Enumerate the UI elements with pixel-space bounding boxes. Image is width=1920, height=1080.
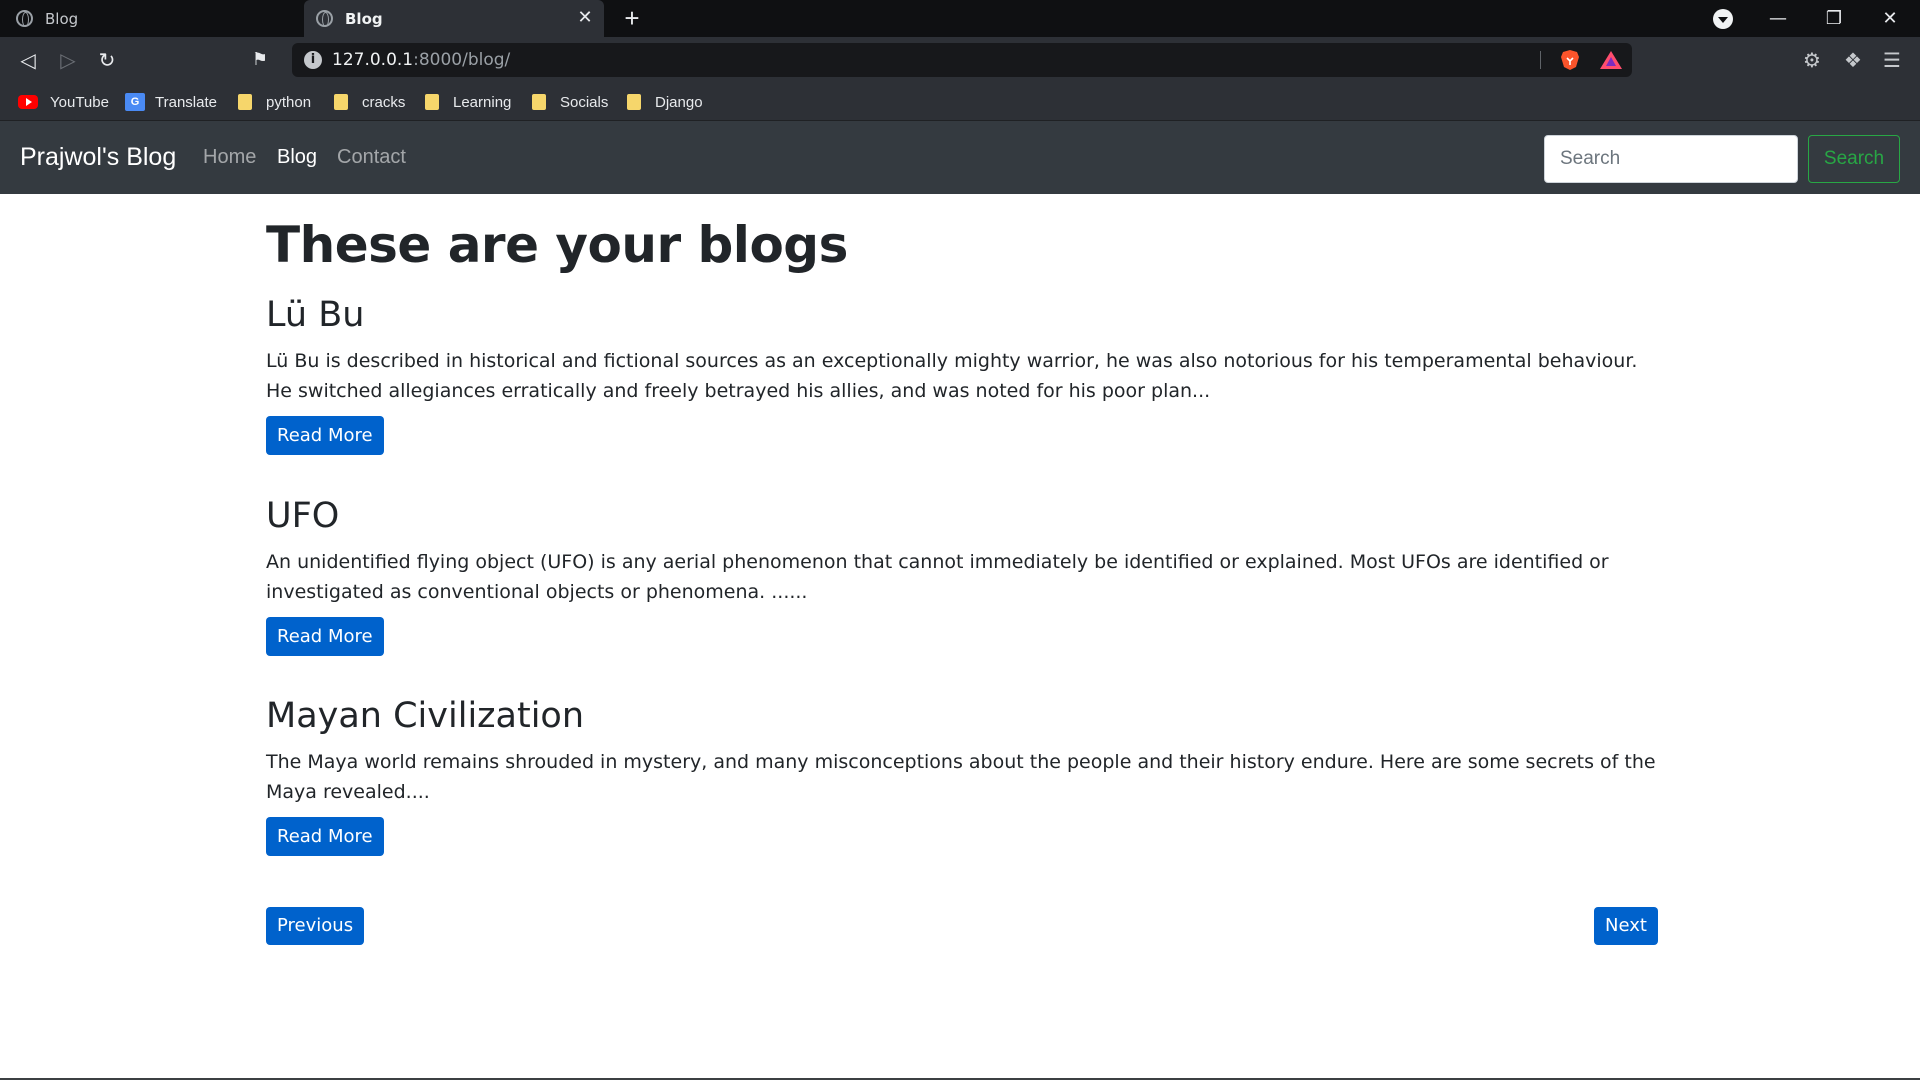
nav-link-contact[interactable]: Contact [337, 121, 406, 194]
bookmark-youtube[interactable]: YouTube [18, 83, 109, 121]
previous-button[interactable]: Previous [266, 907, 365, 945]
nav-link-home[interactable]: Home [203, 121, 256, 194]
search-input[interactable] [1544, 135, 1798, 183]
blog-post: UFO An unidentified flying object (UFO) … [266, 495, 1656, 656]
address-bar[interactable]: i 127.0.0.1:8000/blog/ [292, 43, 1632, 77]
restore-icon[interactable]: ❐ [1806, 0, 1862, 37]
post-excerpt: An unidentified flying object (UFO) is a… [266, 551, 1609, 603]
minimize-icon[interactable]: — [1750, 0, 1806, 37]
bookmark-translate[interactable]: G Translate [125, 83, 217, 121]
youtube-icon [18, 95, 38, 109]
brave-menu-icon[interactable] [1713, 9, 1733, 29]
folder-icon [532, 94, 546, 110]
post-title: Mayan Civilization [266, 696, 585, 736]
folder-icon [238, 94, 252, 110]
post-title: Lü Bu [266, 295, 365, 335]
read-more-button[interactable]: Read More [266, 416, 384, 455]
browser-toolbar: ◁ ▷ ↻ ⚑ i 127.0.0.1:8000/blog/ ⚙ ❖ ☰ [0, 37, 1920, 83]
tab-title: Blog [45, 9, 79, 28]
google-translate-icon: G [125, 93, 145, 111]
forward-icon[interactable]: ▷ [51, 43, 85, 77]
page-title: These are your blogs [266, 216, 848, 274]
reload-icon[interactable]: ↻ [90, 43, 124, 77]
read-more-button[interactable]: Read More [266, 617, 384, 656]
site-info-icon[interactable]: i [304, 51, 322, 69]
divider [1540, 51, 1541, 69]
bookmark-django[interactable]: Django [627, 83, 703, 121]
post-excerpt: The Maya world remains shrouded in myste… [266, 751, 1656, 803]
globe-icon [16, 10, 33, 27]
settings-extension-icon[interactable]: ⚙ [1801, 49, 1823, 71]
site-navbar: Prajwol's Blog Home Blog Contact Search [0, 121, 1920, 194]
tab-title: Blog [345, 9, 383, 28]
tab-close-icon[interactable]: ✕ [575, 8, 595, 28]
nav-link-blog[interactable]: Blog [277, 121, 317, 194]
globe-icon [316, 10, 333, 27]
blog-post: Mayan Civilization The Maya world remain… [266, 695, 1656, 856]
post-title: UFO [266, 496, 340, 536]
menu-icon[interactable]: ☰ [1881, 49, 1903, 71]
next-button[interactable]: Next [1594, 907, 1658, 945]
blog-post: Lü Bu Lü Bu is described in historical a… [266, 294, 1656, 455]
extensions-puzzle-icon[interactable]: ❖ [1842, 49, 1864, 71]
navbar-brand[interactable]: Prajwol's Blog [20, 121, 176, 194]
search-button[interactable]: Search [1808, 135, 1900, 183]
tab-inactive[interactable]: Blog [0, 0, 302, 37]
bookmark-learning[interactable]: Learning [425, 83, 511, 121]
tab-active[interactable]: Blog ✕ [304, 0, 604, 37]
folder-icon [425, 94, 439, 110]
bookmark-icon[interactable]: ⚑ [243, 43, 277, 77]
bookmarks-bar: YouTube G Translate python cracks Learni… [0, 83, 1920, 121]
bookmark-socials[interactable]: Socials [532, 83, 608, 121]
close-window-icon[interactable]: ✕ [1862, 0, 1918, 37]
brave-shields-icon[interactable] [1559, 49, 1581, 71]
url-text[interactable]: 127.0.0.1:8000/blog/ [332, 43, 510, 77]
folder-icon [334, 94, 348, 110]
post-excerpt: Lü Bu is described in historical and fic… [266, 350, 1638, 402]
read-more-button[interactable]: Read More [266, 817, 384, 856]
folder-icon [627, 94, 641, 110]
tab-strip: Blog Blog ✕ + — ❐ ✕ [0, 0, 1920, 37]
brave-rewards-icon[interactable] [1600, 51, 1622, 69]
bookmark-cracks[interactable]: cracks [334, 83, 405, 121]
new-tab-icon[interactable]: + [618, 5, 646, 33]
back-icon[interactable]: ◁ [11, 43, 45, 77]
bookmark-python[interactable]: python [238, 83, 311, 121]
